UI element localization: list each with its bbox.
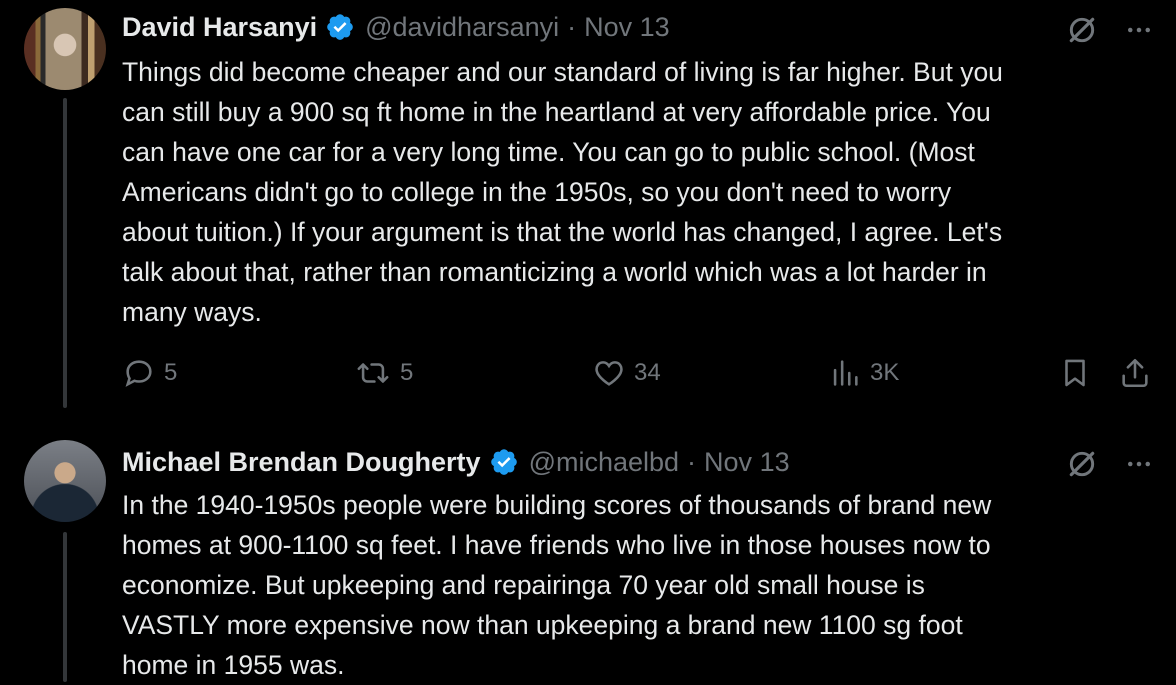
verified-badge-icon: [327, 14, 353, 40]
views-icon: [833, 360, 858, 386]
verified-badge-icon: [490, 449, 517, 475]
grok-icon[interactable]: [1066, 448, 1098, 480]
reply-button[interactable]: 5: [122, 356, 177, 390]
action-bar: 5 5 34 3K: [122, 356, 1154, 396]
author-name[interactable]: David Harsanyi: [122, 12, 317, 43]
separator-dot: ·: [687, 446, 697, 477]
repost-icon: [357, 363, 389, 383]
tweet-date[interactable]: Nov 13: [584, 12, 670, 43]
share-icon: [1122, 358, 1148, 388]
tweet-header: Michael Brendan Dougherty @michaelbd · N…: [122, 442, 790, 482]
repost-count: 5: [400, 359, 414, 386]
author-name[interactable]: Michael Brendan Dougherty: [122, 447, 481, 478]
tweet-top-icons: [1066, 14, 1154, 46]
more-icon[interactable]: [1124, 15, 1154, 45]
repost-button[interactable]: 5: [354, 356, 413, 390]
author-handle[interactable]: @michaelbd: [529, 447, 679, 478]
tweet-date[interactable]: Nov 13: [704, 447, 790, 478]
tweet[interactable]: David Harsanyi @davidharsanyi · Nov 13 T…: [0, 0, 1176, 420]
grok-icon[interactable]: [1066, 14, 1098, 46]
heart-icon: [595, 361, 623, 386]
views-count: 3K: [870, 359, 900, 386]
separator-dot: ·: [567, 11, 577, 42]
bookmark-icon: [1065, 359, 1085, 387]
tweet-top-icons: [1066, 448, 1154, 480]
like-button[interactable]: 34: [592, 356, 661, 390]
bookmark-button[interactable]: [1058, 356, 1100, 390]
avatar[interactable]: [24, 8, 106, 90]
author-handle[interactable]: @davidharsanyi: [365, 12, 559, 43]
views-button[interactable]: 3K: [828, 356, 899, 390]
reply-count: 5: [164, 359, 178, 386]
avatar[interactable]: [24, 440, 106, 522]
reply-icon: [125, 360, 152, 387]
like-count: 34: [634, 359, 661, 386]
tweet-header: David Harsanyi @davidharsanyi · Nov 13: [122, 7, 670, 47]
tweet-text: In the 1940-1950s people were building s…: [122, 490, 992, 680]
share-button[interactable]: [1118, 356, 1160, 390]
tweet[interactable]: Michael Brendan Dougherty @michaelbd · N…: [0, 430, 1176, 682]
more-icon[interactable]: [1124, 449, 1154, 479]
tweet-text: Things did become cheaper and our standa…: [122, 57, 1003, 327]
